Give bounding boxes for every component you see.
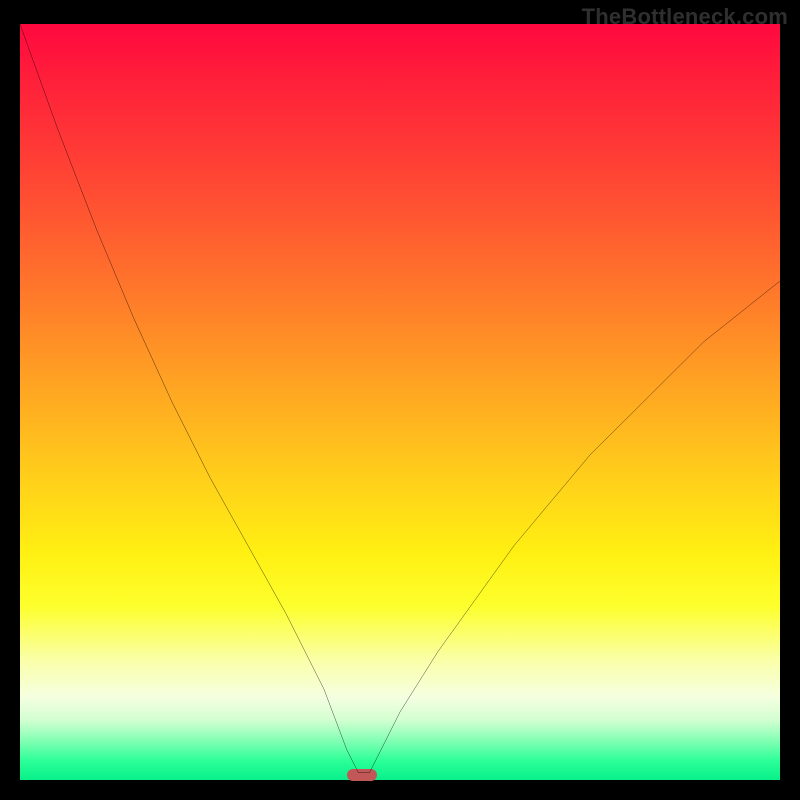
curve-path	[20, 24, 780, 772]
plot-area	[20, 24, 780, 780]
chart-frame: TheBottleneck.com	[0, 0, 800, 800]
bottleneck-curve	[20, 24, 780, 780]
